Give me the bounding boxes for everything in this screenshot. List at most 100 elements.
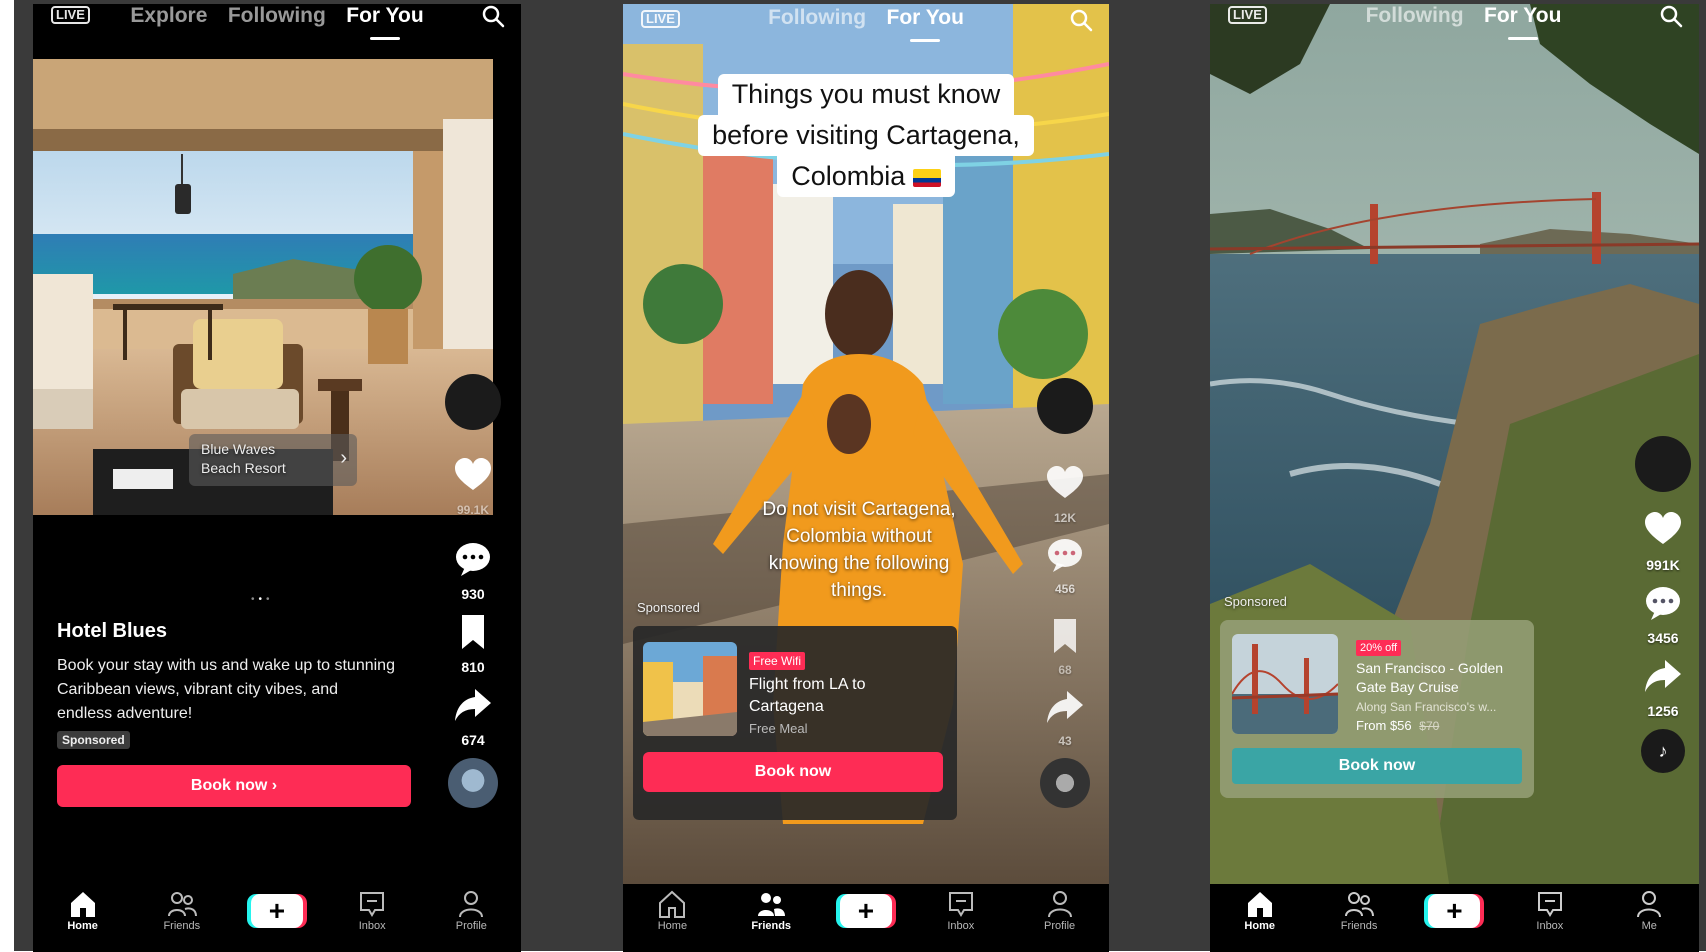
top-nav: LIVE Following For You xyxy=(1210,4,1699,48)
video-caption: Do not visit Cartagena, Colombia without… xyxy=(743,496,975,604)
book-now-button[interactable]: Book now xyxy=(1232,748,1522,784)
phone-screen-cartagena: LIVE Following For You Things you must k… xyxy=(623,4,1109,952)
comment-icon[interactable] xyxy=(1643,583,1683,623)
caption-line2: Colombia without xyxy=(786,526,932,547)
feed-tabs: Explore Following For You xyxy=(33,4,521,40)
create-button[interactable]: + xyxy=(250,894,303,928)
search-icon[interactable] xyxy=(481,4,505,28)
share-count: 43 xyxy=(1058,734,1072,748)
comment-icon[interactable] xyxy=(453,539,493,579)
comment-icon[interactable] xyxy=(1045,535,1085,575)
music-disc[interactable]: ♪ xyxy=(1641,729,1685,773)
create-button[interactable]: + xyxy=(1428,894,1481,928)
place-card-line2: Beach Resort xyxy=(201,460,286,476)
bottom-nav: Home Friends + Inbox Profile xyxy=(33,884,521,952)
tab-for-you[interactable]: For You xyxy=(1484,4,1561,40)
share-icon[interactable] xyxy=(1643,656,1683,696)
headline-line3: Colombia xyxy=(777,156,955,197)
heart-icon[interactable] xyxy=(1045,464,1085,504)
nav-friends[interactable]: Friends xyxy=(1329,890,1389,932)
profile-icon xyxy=(1047,891,1072,918)
creator-avatar[interactable] xyxy=(1635,436,1691,492)
nav-inbox-label: Inbox xyxy=(1536,920,1564,932)
ad-card[interactable]: Free Wifi Flight from LA to Cartagena Fr… xyxy=(633,626,957,820)
chevron-right-icon: › xyxy=(340,447,347,469)
ad-badge: 20% off xyxy=(1356,640,1402,656)
screenshot-frame: LIVE Explore Following For You Blue Wave… xyxy=(14,0,1706,952)
phone-screen-san-francisco: LIVE Following For You 991K 3456 1256 ♪ … xyxy=(1210,4,1699,952)
share-icon[interactable] xyxy=(453,685,493,725)
nav-home[interactable]: Home xyxy=(53,890,113,932)
share-icon[interactable] xyxy=(1045,687,1085,727)
book-now-button[interactable]: Book now › xyxy=(57,765,411,807)
nav-me[interactable]: Me xyxy=(1619,890,1679,932)
inbox-icon xyxy=(360,892,385,917)
ad-price: From $56 $70 xyxy=(1356,718,1439,733)
nav-home[interactable]: Home xyxy=(642,890,702,932)
carousel-dots: ••• xyxy=(251,594,274,605)
nav-profile[interactable]: Profile xyxy=(441,890,501,932)
creator-avatar[interactable] xyxy=(445,374,501,430)
like-count: 12K xyxy=(1053,511,1076,525)
comment-count: 456 xyxy=(1054,582,1076,596)
ad-old-price: $70 xyxy=(1419,719,1440,733)
create-button[interactable]: + xyxy=(839,894,892,928)
home-icon xyxy=(70,892,95,917)
nav-friends-label: Friends xyxy=(1340,920,1378,932)
ad-card[interactable]: 20% off San Francisco - Golden Gate Bay … xyxy=(1220,620,1534,798)
nav-inbox-label: Inbox xyxy=(358,920,386,932)
tab-following[interactable]: Following xyxy=(228,4,326,28)
nav-friends[interactable]: Friends xyxy=(152,890,212,932)
bookmark-icon[interactable] xyxy=(453,612,493,652)
music-disc[interactable] xyxy=(448,758,498,808)
music-disc[interactable] xyxy=(1040,758,1090,808)
comment-count: 930 xyxy=(461,586,485,602)
search-icon[interactable] xyxy=(1069,8,1093,32)
nav-inbox[interactable]: Inbox xyxy=(342,890,402,932)
caption-line3: knowing the following xyxy=(768,553,950,574)
ad-subtitle: Free Meal xyxy=(749,721,808,736)
nav-friends[interactable]: Friends xyxy=(741,890,801,932)
tab-for-you[interactable]: For You xyxy=(346,4,424,40)
heart-icon[interactable] xyxy=(1643,510,1683,550)
ad-thumbnail xyxy=(1232,634,1338,734)
profile-icon xyxy=(459,891,484,918)
place-card[interactable]: Blue Waves Beach Resort › xyxy=(189,434,357,486)
ad-subtitle: Along San Francisco's w... xyxy=(1356,700,1497,714)
heart-icon[interactable] xyxy=(453,456,493,496)
ad-badge: Free Wifi xyxy=(749,652,805,670)
nav-inbox[interactable]: Inbox xyxy=(931,890,991,932)
creator-avatar[interactable] xyxy=(1037,378,1093,434)
search-icon[interactable] xyxy=(1659,4,1683,28)
nav-profile[interactable]: Profile xyxy=(1030,890,1090,932)
sponsored-label: Sponsored xyxy=(637,600,700,615)
bookmark-icon[interactable] xyxy=(1045,616,1085,656)
bottom-nav: Home Friends + Inbox Profile xyxy=(623,884,1109,952)
colombia-flag-icon xyxy=(912,168,941,187)
nav-profile-label: Profile xyxy=(1043,920,1076,932)
plus-icon: + xyxy=(857,895,875,926)
ad-title-line2: Cartagena xyxy=(749,698,824,715)
tiktok-logo-icon: ♪ xyxy=(1658,741,1668,761)
bottom-nav: Home Friends + Inbox Me xyxy=(1210,884,1699,952)
top-nav: LIVE Explore Following For You xyxy=(33,4,521,48)
tab-following[interactable]: Following xyxy=(768,6,866,30)
tab-following[interactable]: Following xyxy=(1366,4,1464,28)
tab-for-you[interactable]: For You xyxy=(887,6,964,42)
book-now-button[interactable]: Book now xyxy=(643,752,943,792)
action-rail: 12K 456 68 43 xyxy=(1035,378,1095,808)
plus-icon: + xyxy=(1446,895,1463,926)
home-icon xyxy=(1247,892,1272,917)
nav-friends-label: Friends xyxy=(751,920,792,932)
nav-home-label: Home xyxy=(657,920,688,932)
home-icon xyxy=(659,890,686,918)
action-rail: 99.1K 930 810 674 xyxy=(443,374,503,808)
tab-explore[interactable]: Explore xyxy=(130,4,207,28)
ad-title-line1: Flight from LA to xyxy=(749,676,866,693)
nav-inbox[interactable]: Inbox xyxy=(1520,890,1580,932)
nav-home-label: Home xyxy=(1244,920,1275,932)
inbox-icon xyxy=(1537,892,1562,917)
nav-profile-label: Profile xyxy=(455,920,487,932)
nav-home[interactable]: Home xyxy=(1230,890,1290,932)
share-count: 1256 xyxy=(1647,703,1679,719)
